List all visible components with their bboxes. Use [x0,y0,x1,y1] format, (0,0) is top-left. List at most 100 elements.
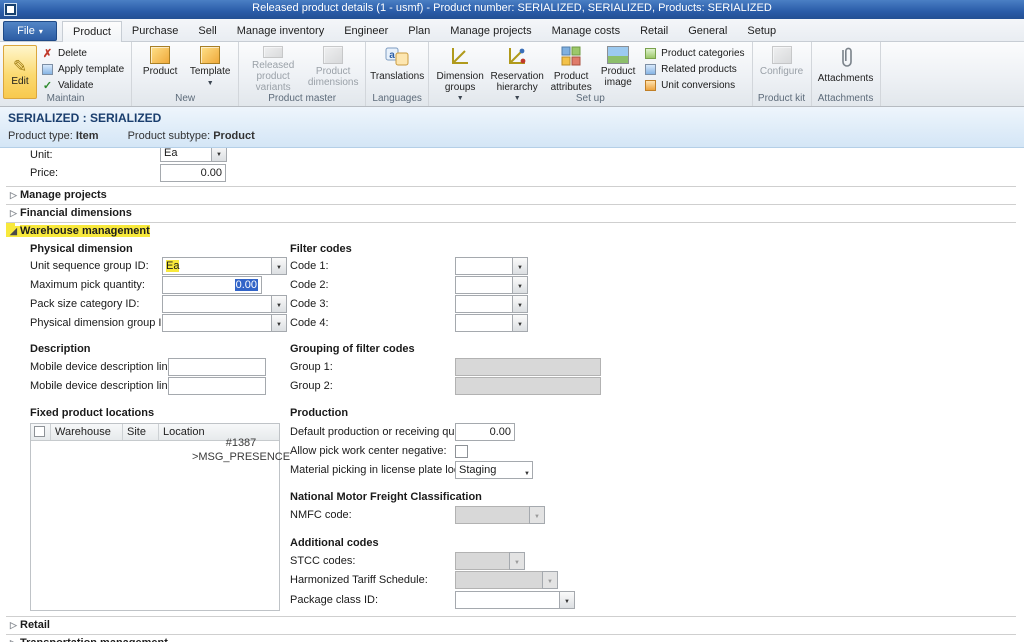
product-attributes-button[interactable]: Product attributes [546,44,596,93]
reservation-hierarchy-button[interactable]: Reservation hierarchy ▼ [488,44,546,93]
new-product-button[interactable]: Product [135,44,185,93]
product-categories-icon [645,48,656,59]
ribbon-group-set-up: Dimension groups ▼ Reservation hierarchy… [429,42,752,106]
physical-dimension-group-label: Physical dimension group ID: [30,317,172,329]
tab-manage-inventory[interactable]: Manage inventory [227,21,334,42]
tab-retail[interactable]: Retail [630,21,678,42]
code2-field[interactable] [455,276,513,294]
ribbon-group-new: Product Template ▼ New [132,42,239,106]
released-product-details-window: Released product details (1 - usmf) - Pr… [0,0,1024,642]
fixed-product-locations-grid[interactable]: Warehouse Site Location #1387 >MSG_PRESE… [30,423,280,611]
code1-dropdown[interactable]: ▼ [512,257,528,275]
group-label-new: New [132,93,238,106]
unit-value: Ea [164,148,177,159]
new-template-button[interactable]: Template ▼ [185,44,235,93]
section-retail[interactable]: ▷ Retail [6,616,1016,633]
select-all-checkbox[interactable] [34,426,45,437]
collapsed-arrow-icon: ▷ [6,620,20,631]
code4-field[interactable] [455,314,513,332]
unit-sequence-group-dropdown[interactable]: ▼ [271,257,287,275]
material-picking-value: Staging [459,464,496,476]
code4-label: Code 4: [290,317,329,329]
filter-codes-header: Filter codes [290,243,352,255]
physical-dimension-group-field[interactable] [162,314,272,332]
mobile-line2-field[interactable] [168,377,266,395]
product-image-button[interactable]: Product image [596,44,640,93]
code1-field[interactable] [455,257,513,275]
section-financial-dimensions-label: Financial dimensions [20,207,132,219]
hts-field [455,571,543,589]
ribbon-tabs: Product Purchase Sell Manage inventory E… [62,21,786,42]
maximum-pick-quantity-field[interactable]: 0.00 [162,276,262,294]
collapsed-arrow-icon: ▷ [6,190,20,201]
tab-setup[interactable]: Setup [737,21,786,42]
tab-manage-projects[interactable]: Manage projects [440,21,541,42]
unit-sequence-group-label: Unit sequence group ID: [30,260,149,272]
pack-size-category-dropdown[interactable]: ▼ [271,295,287,313]
grid-column-warehouse[interactable]: Warehouse [51,424,123,440]
unit-sequence-group-field[interactable]: Ea [162,257,272,275]
unit-conversions-icon [645,80,656,91]
dimension-groups-button[interactable]: Dimension groups ▼ [432,44,488,93]
unit-conversions-button[interactable]: Unit conversions [640,77,748,93]
ribbon-group-maintain: ✎ Edit ✗ Delete Apply template ✓ Validat… [0,42,132,106]
grid-select-all-cell[interactable] [31,424,51,440]
mobile-line2-label: Mobile device description line 2: [30,380,186,392]
group1-field [455,358,601,376]
code3-dropdown[interactable]: ▼ [512,295,528,313]
related-products-button[interactable]: Related products [640,61,748,77]
maximum-pick-quantity-value: 0.00 [235,279,258,291]
material-picking-combobox[interactable]: Staging ▼ [455,461,533,479]
stcc-codes-label: STCC codes: [290,555,355,567]
grid-column-site[interactable]: Site [123,424,159,440]
package-class-dropdown[interactable]: ▼ [559,591,575,609]
package-class-field[interactable] [455,591,560,609]
tab-engineer[interactable]: Engineer [334,21,398,42]
unit-dropdown[interactable]: ▼ [211,148,227,162]
pack-size-category-field[interactable] [162,295,272,313]
product-categories-button[interactable]: Product categories [640,45,748,61]
validate-button[interactable]: ✓ Validate [37,77,128,93]
ribbon-group-attachments: Attachments Attachments [812,42,881,106]
section-transportation-management[interactable]: ▷ Transportation management [6,634,1016,642]
tab-plan[interactable]: Plan [398,21,440,42]
group2-label: Group 2: [290,380,333,392]
tab-purchase[interactable]: Purchase [122,21,188,42]
tab-sell[interactable]: Sell [188,21,226,42]
titlebar: Released product details (1 - usmf) - Pr… [0,0,1024,19]
tab-product[interactable]: Product [62,21,122,42]
section-financial-dimensions[interactable]: ▷ Financial dimensions [6,204,1016,221]
tab-general[interactable]: General [678,21,737,42]
attachments-button[interactable]: Attachments [815,44,877,93]
delete-button[interactable]: ✗ Delete [37,45,128,61]
physical-dimension-group-dropdown[interactable]: ▼ [271,314,287,332]
translations-button[interactable]: a Translations [369,44,425,93]
apply-template-button[interactable]: Apply template [37,61,128,77]
configure-label: Configure [760,66,803,77]
code2-dropdown[interactable]: ▼ [512,276,528,294]
grid-annotation-line1: #1387 [176,436,306,450]
product-type-value: Item [76,130,99,142]
fixed-product-locations-header: Fixed product locations [30,407,154,419]
mobile-line1-field[interactable] [168,358,266,376]
hts-label: Harmonized Tariff Schedule: [290,574,428,586]
default-production-field[interactable]: 0.00 [455,423,515,441]
group-label-languages: Languages [366,93,428,106]
section-manage-projects[interactable]: ▷ Manage projects [6,186,1016,203]
translations-label: Translations [370,71,424,82]
group2-field [455,377,601,395]
edit-button[interactable]: ✎ Edit [3,45,37,99]
code4-dropdown[interactable]: ▼ [512,314,528,332]
unit-field[interactable]: Ea [160,148,212,162]
tab-manage-costs[interactable]: Manage costs [542,21,630,42]
physical-dimension-header: Physical dimension [30,243,133,255]
record-title: SERIALIZED : SERIALIZED [8,111,161,125]
price-field[interactable]: 0.00 [160,164,226,182]
code3-label: Code 3: [290,298,329,310]
code3-field[interactable] [455,295,513,313]
section-warehouse-management[interactable]: ◢ Warehouse management [6,222,1016,239]
file-menu-button[interactable]: File▾ [3,21,57,41]
group-label-set-up: Set up [429,93,751,106]
variants-label: Released product variants [242,60,304,93]
allow-pick-checkbox[interactable] [455,445,468,458]
